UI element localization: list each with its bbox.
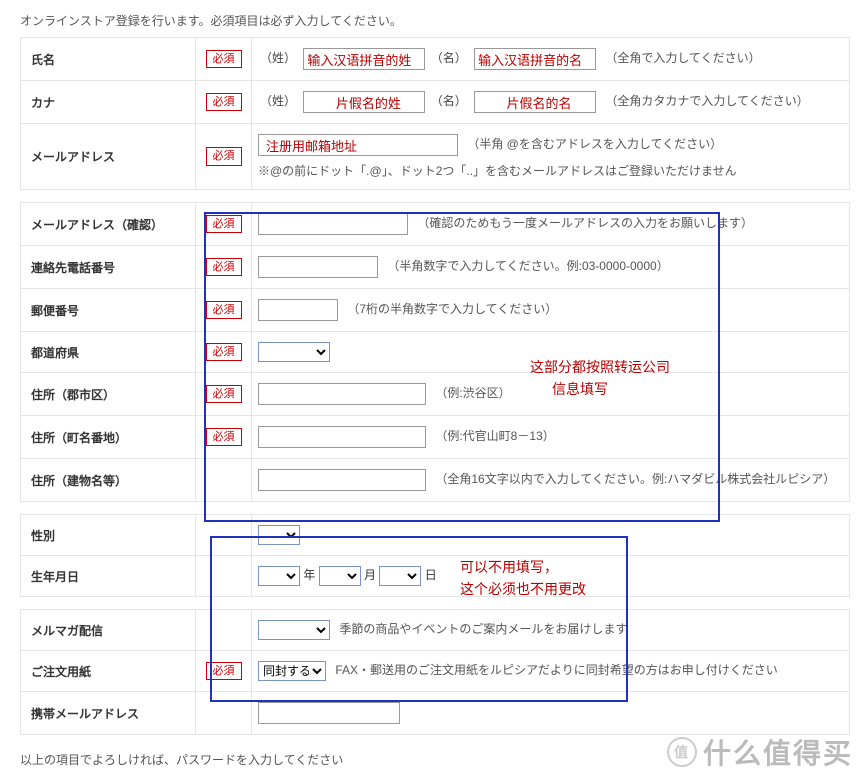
required-badge: 必須 [206,662,242,680]
required-badge: 必須 [206,215,242,233]
unit-day: 日 [425,568,437,582]
prefix-mei-kana: （名） [431,94,467,108]
label-addr-bldg: 住所（建物名等） [21,459,196,502]
hint-addr-bldg: （全角16文字以内で入力してください。例:ハマダビル株式会社ルピシア） [435,472,835,486]
prefix-sei: （姓） [260,51,296,65]
select-birth-day[interactable] [379,566,421,586]
label-email: メールアドレス [21,124,196,190]
required-badge: 必須 [206,50,242,68]
prefix-mei: （名） [431,51,467,65]
label-mailmag: メルマガ配信 [21,610,196,651]
input-mobile-mail[interactable] [258,702,400,724]
label-gender: 性別 [21,515,196,556]
input-postal[interactable] [258,299,338,321]
select-prefecture[interactable] [258,342,330,362]
hint-order-paper: FAX・郵送用のご注文用紙をルピシアだよりに同封希望の方はお申し付けください [335,663,777,677]
label-order-paper: ご注文用紙 [21,651,196,692]
input-addr-bldg[interactable] [258,469,426,491]
form-table-3: 性別 生年月日 年 月 日 [20,514,850,597]
hint-kana: （全角カタカナで入力してください） [605,94,808,108]
hint-email: （半角 @を含むアドレスを入力してください） [467,137,722,151]
required-badge: 必須 [206,343,242,361]
hint-addr-town: （例:代官山町8－13） [435,429,554,443]
anno-optional: 可以不用填写， 这个必须也不用更改 [460,556,586,601]
label-prefecture: 都道府県 [21,332,196,373]
label-addr-town: 住所（町名番地） [21,416,196,459]
anno-forwarding: 这部分都按照转运公司 信息填写 [530,356,670,401]
input-addr-city[interactable] [258,383,426,405]
label-birth: 生年月日 [21,556,196,597]
hint-mailmag: 季節の商品やイベントのご案内メールをお届けします [339,622,627,636]
required-badge: 必須 [206,385,242,403]
form-table-4: メルマガ配信 季節の商品やイベントのご案内メールをお届けします ご注文用紙 必須… [20,609,850,735]
input-email[interactable] [258,134,458,156]
hint-phone: （半角数字で入力してください。例:03-0000-0000） [387,259,668,273]
form-table-1: 氏名 必須 （姓） 输入汉语拼音的姓 （名） 输入汉语拼音的名 （全角で入力して… [20,37,850,190]
label-mobile-mail: 携帯メールアドレス [21,692,196,735]
select-gender[interactable] [258,525,300,545]
label-addr-city: 住所（郡市区） [21,373,196,416]
select-birth-month[interactable] [319,566,361,586]
select-birth-year[interactable] [258,566,300,586]
note-email: ※@の前にドット「.@」、ドット2つ「..」を含むメールアドレスはご登録いただけ… [258,162,841,179]
select-mailmag[interactable] [258,620,330,640]
footer-note: 以上の項目でよろしければ、パスワードを入力してください [0,747,861,778]
select-order-paper[interactable]: 同封する [258,661,326,681]
required-badge: 必須 [206,428,242,446]
hint-email-confirm: （確認のためもう一度メールアドレスの入力をお願いします） [417,216,753,230]
hint-postal: （7桁の半角数字で入力してください） [347,302,557,316]
hint-addr-city: （例:渋谷区） [435,386,510,400]
unit-year: 年 [303,568,315,582]
input-phone[interactable] [258,256,378,278]
input-addr-town[interactable] [258,426,426,448]
label-email-confirm: メールアドレス（確認） [21,203,196,246]
input-sei[interactable] [303,48,425,70]
label-postal: 郵便番号 [21,289,196,332]
required-badge: 必須 [206,93,242,111]
label-kana: カナ [21,81,196,124]
input-mei-kana[interactable] [474,91,596,113]
input-mei[interactable] [474,48,596,70]
input-email-confirm[interactable] [258,213,408,235]
required-badge: 必須 [206,301,242,319]
label-name: 氏名 [21,38,196,81]
prefix-sei-kana: （姓） [260,94,296,108]
required-badge: 必須 [206,147,242,165]
unit-month: 月 [364,568,376,582]
label-phone: 連絡先電話番号 [21,246,196,289]
hint-name: （全角で入力してください） [605,51,760,65]
required-badge: 必須 [206,258,242,276]
intro-text: オンラインストア登録を行います。必須項目は必ず入力してください。 [0,0,861,37]
input-sei-kana[interactable] [303,91,425,113]
form-table-2: メールアドレス（確認） 必須 （確認のためもう一度メールアドレスの入力をお願いし… [20,202,850,502]
